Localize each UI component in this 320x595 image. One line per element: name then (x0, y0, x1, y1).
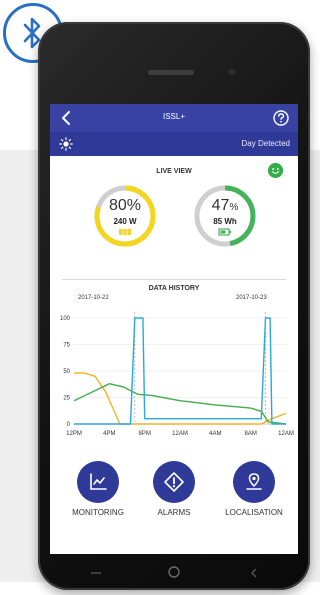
sun-icon (59, 137, 73, 151)
alarms-button[interactable] (153, 461, 195, 503)
y-tick-label: 100 (60, 316, 71, 322)
solar-power: 240 W (113, 217, 137, 226)
x-tick-label: 12AM (278, 431, 294, 437)
day-status-text: Day Detected (241, 139, 290, 148)
x-tick-label: 8PM (138, 431, 150, 437)
app-screen: ISSL+ Day Detected LIVE VIEW 80% 240 W 4… (50, 104, 298, 554)
section-divider (62, 279, 286, 280)
data-history-chart[interactable]: 100 75 50 25 0 12PM 4PM 8PM 12AM 4AM 8AM 12AM (50, 290, 298, 460)
history-series-line-1 (74, 372, 287, 425)
battery-icon (218, 228, 231, 236)
solar-gauge[interactable]: 80% 240 W (93, 184, 157, 248)
smiley-status-icon (268, 163, 283, 178)
x-tick-label: 12PM (66, 431, 82, 437)
battery-gauge-ring (194, 185, 256, 247)
x-tick-label: 4PM (103, 431, 115, 437)
y-tick-label: 75 (63, 343, 70, 349)
phone-speaker (148, 70, 194, 75)
y-tick-label: 0 (67, 422, 71, 428)
app-title: ISSL+ (162, 112, 185, 121)
live-view-title: LIVE VIEW (156, 168, 192, 175)
monitoring-button[interactable] (77, 461, 119, 503)
y-tick-label: 25 (63, 396, 70, 402)
x-tick-label: 8AM (244, 431, 256, 437)
home-key-icon[interactable] (167, 565, 181, 579)
monitoring-label: MONITORING (72, 508, 124, 517)
battery-gauge[interactable]: 47% 85 Wh (193, 184, 257, 248)
x-tick-label: 4AM (209, 431, 221, 437)
app-bar: ISSL+ (50, 104, 298, 132)
solar-gauge-ring (94, 185, 156, 247)
monitoring-chart-icon (90, 473, 107, 490)
localisation-button[interactable] (233, 461, 275, 503)
back-key-icon[interactable] (250, 568, 258, 578)
y-tick-label: 50 (63, 369, 70, 375)
solar-percent: 80% (108, 197, 142, 214)
smartphone: ISSL+ Day Detected LIVE VIEW 80% 240 W 4… (38, 22, 310, 590)
battery-percent: 47% (211, 197, 239, 214)
menu-key-icon[interactable] (90, 570, 102, 576)
alarm-warning-icon (164, 472, 184, 492)
phone-camera (227, 67, 237, 77)
status-bar: Day Detected (50, 132, 298, 156)
solar-panel-icon (119, 229, 131, 235)
battery-energy: 85 Wh (213, 217, 237, 226)
alarms-label: ALARMS (157, 508, 191, 517)
history-series-line-2 (73, 382, 287, 425)
location-pin-icon (246, 473, 262, 490)
help-icon[interactable] (272, 109, 290, 127)
x-tick-label: 12AM (172, 431, 188, 437)
localisation-label: LOCALISATION (225, 508, 283, 517)
